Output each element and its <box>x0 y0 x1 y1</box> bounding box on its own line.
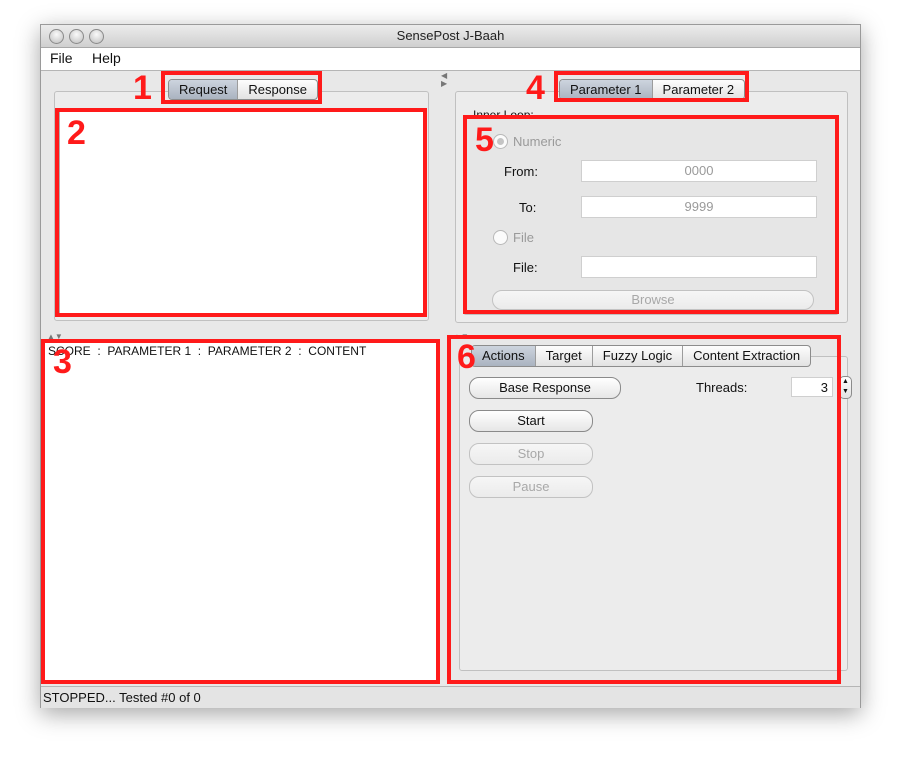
annotation-number-4: 4 <box>526 69 545 107</box>
window-title: SensePost J-Baah <box>396 28 505 43</box>
annotation-box-2 <box>55 108 427 317</box>
annotation-number-5: 5 <box>475 121 494 159</box>
window-zoom-icon[interactable] <box>89 29 104 44</box>
menu-bar: File Help <box>41 48 860 71</box>
window-close-icon[interactable] <box>49 29 64 44</box>
annotation-box-4 <box>554 71 749 102</box>
annotation-number-6: 6 <box>457 338 476 376</box>
status-bar: STOPPED... Tested #0 of 0 <box>41 686 860 708</box>
annotation-box-6 <box>447 335 841 684</box>
annotation-number-2: 2 <box>67 114 86 152</box>
status-text: STOPPED... Tested #0 of 0 <box>43 690 201 705</box>
annotation-number-3: 3 <box>53 343 72 381</box>
annotation-box-5 <box>463 115 839 314</box>
menu-help[interactable]: Help <box>92 50 121 66</box>
title-bar[interactable]: SensePost J-Baah <box>41 25 860 48</box>
menu-file[interactable]: File <box>50 50 73 66</box>
annotation-box-3 <box>41 339 440 684</box>
annotation-number-1: 1 <box>133 69 152 107</box>
annotation-box-1 <box>161 71 322 104</box>
splitter-handle[interactable]: ◀ ▶ <box>441 72 447 88</box>
window-minimize-icon[interactable] <box>69 29 84 44</box>
